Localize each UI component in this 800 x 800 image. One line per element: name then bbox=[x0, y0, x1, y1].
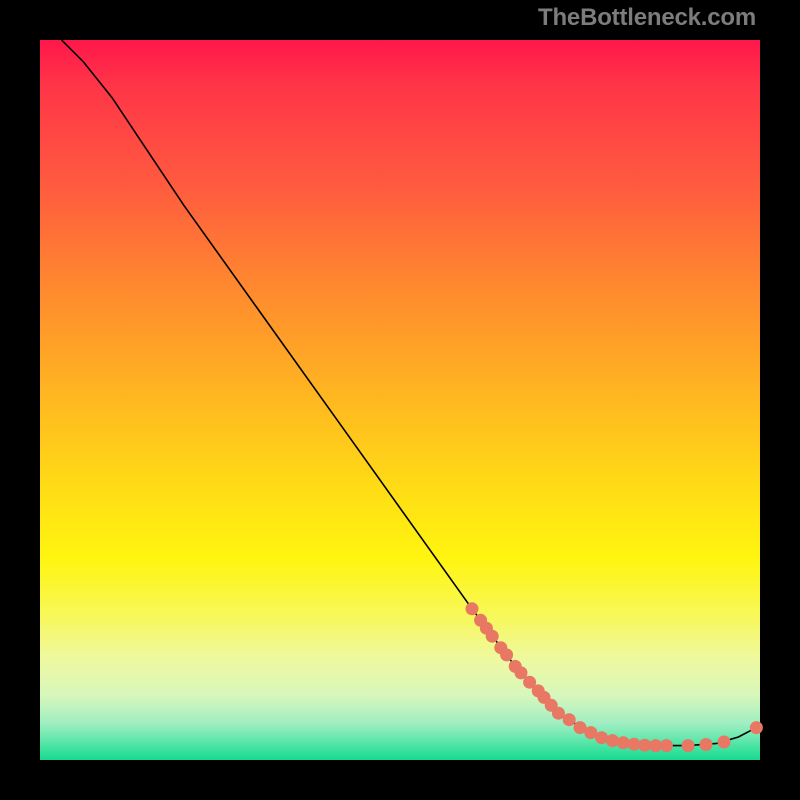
data-marker bbox=[552, 707, 565, 720]
chart-overlay bbox=[40, 40, 760, 760]
data-marker bbox=[700, 738, 713, 751]
chart-stage: TheBottleneck.com bbox=[0, 0, 800, 800]
data-marker bbox=[606, 734, 619, 747]
data-marker bbox=[563, 713, 576, 726]
data-marker bbox=[486, 630, 499, 643]
data-marker bbox=[750, 721, 763, 734]
data-markers bbox=[466, 602, 763, 752]
data-marker bbox=[682, 739, 695, 752]
data-marker bbox=[718, 736, 731, 749]
watermark-text: TheBottleneck.com bbox=[538, 4, 756, 32]
data-marker bbox=[466, 602, 479, 615]
data-marker bbox=[660, 739, 673, 752]
data-marker bbox=[500, 648, 513, 661]
curve-line bbox=[62, 40, 757, 746]
